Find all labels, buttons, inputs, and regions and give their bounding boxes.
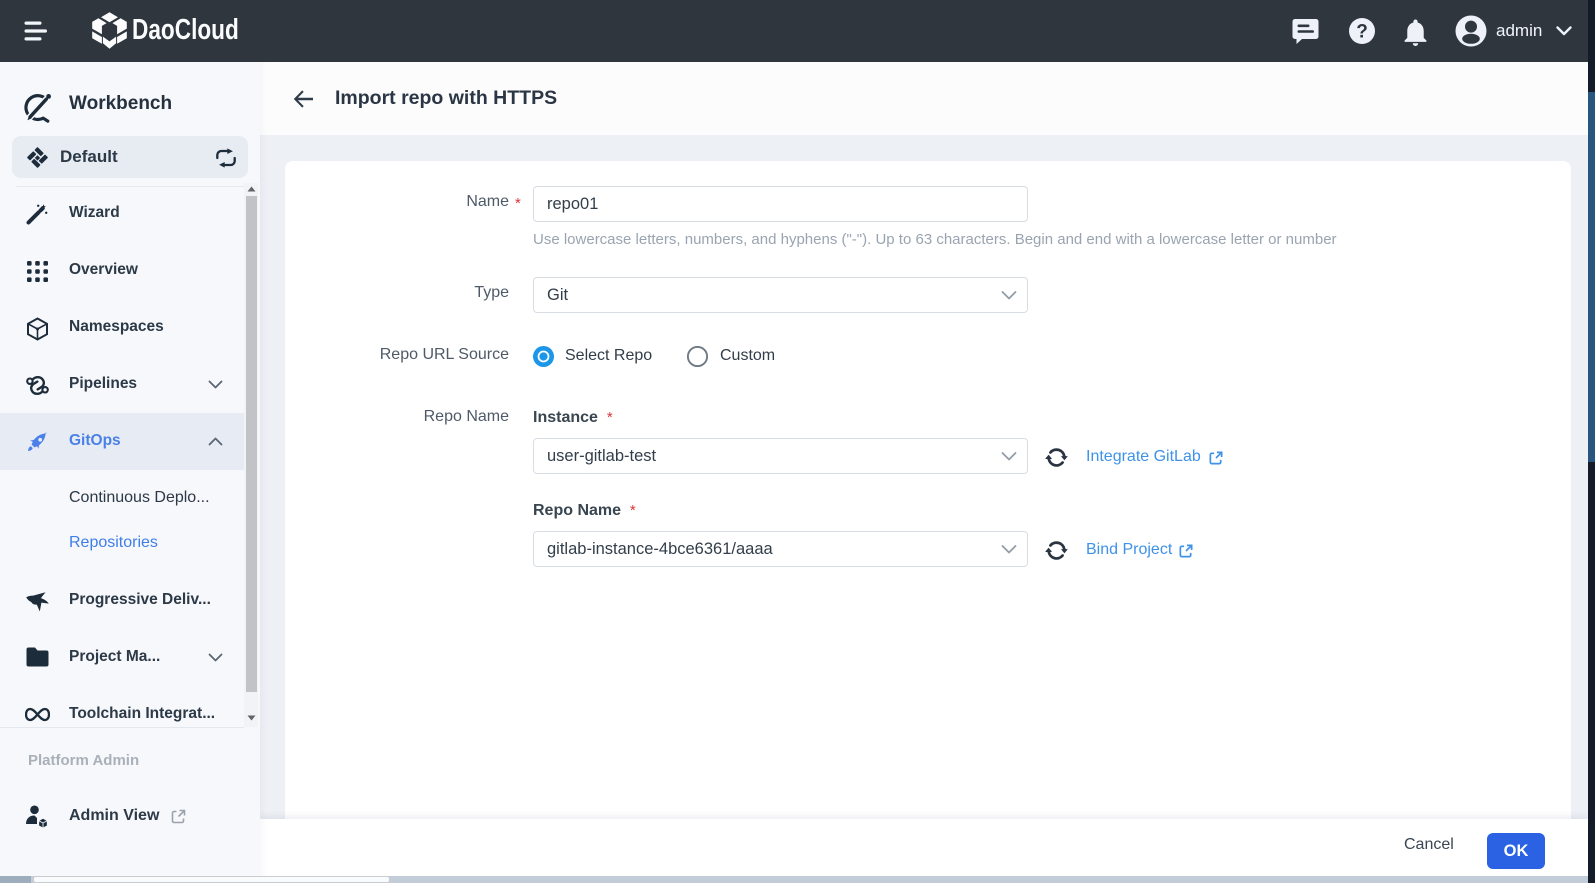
svg-text:?: ? <box>1356 22 1368 43</box>
